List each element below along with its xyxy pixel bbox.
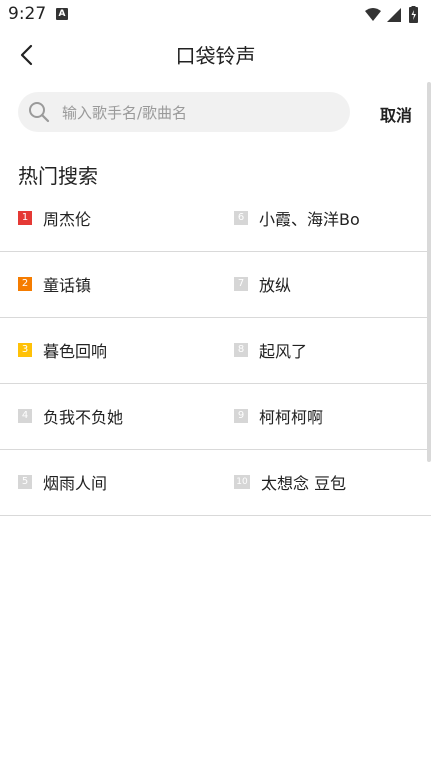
rank-badge: 1 bbox=[18, 211, 32, 225]
rank-badge: 9 bbox=[234, 409, 248, 423]
hot-search-item[interactable]: 9 柯柯柯啊 bbox=[234, 384, 424, 448]
hot-search-label: 童话镇 bbox=[43, 276, 92, 295]
hot-search-row: 4 负我不负她 9 柯柯柯啊 bbox=[0, 384, 431, 450]
hot-search-row: 3 暮色回响 8 起风了 bbox=[0, 318, 431, 384]
rank-badge: 6 bbox=[234, 211, 248, 225]
signal-icon bbox=[387, 8, 401, 22]
wifi-icon bbox=[365, 8, 381, 21]
hot-search-label: 小霞、海洋Bo bbox=[259, 210, 360, 229]
hot-search-item[interactable]: 4 负我不负她 bbox=[18, 384, 218, 448]
hot-search-label: 太想念 豆包 bbox=[261, 474, 347, 493]
hot-search-item[interactable]: 8 起风了 bbox=[234, 318, 424, 382]
header: 口袋铃声 bbox=[0, 30, 431, 80]
hot-search-label: 柯柯柯啊 bbox=[259, 408, 324, 427]
search-bar[interactable] bbox=[18, 92, 350, 134]
hot-search-item[interactable]: 10 太想念 豆包 bbox=[234, 450, 424, 514]
notification-icon: A bbox=[56, 8, 68, 20]
hot-search-item[interactable]: 6 小霞、海洋Bo bbox=[234, 186, 424, 250]
hot-search-item[interactable]: 2 童话镇 bbox=[18, 252, 218, 316]
hot-search-list: 1 周杰伦 6 小霞、海洋Bo 2 童话镇 7 放纵 3 暮色回响 8 起风了 4 负我不负她 9 柯柯柯啊 5… bbox=[0, 186, 431, 516]
rank-badge: 8 bbox=[234, 343, 248, 357]
hot-search-item[interactable]: 1 周杰伦 bbox=[18, 186, 218, 250]
hot-search-row: 2 童话镇 7 放纵 bbox=[0, 252, 431, 318]
cancel-button[interactable]: 取消 bbox=[380, 102, 412, 126]
rank-badge: 4 bbox=[18, 409, 32, 423]
rank-badge: 5 bbox=[18, 475, 32, 489]
hot-search-row: 1 周杰伦 6 小霞、海洋Bo bbox=[0, 186, 431, 252]
hot-search-row: 5 烟雨人间 10 太想念 豆包 bbox=[0, 450, 431, 516]
scrollbar[interactable] bbox=[427, 82, 431, 462]
hot-search-item[interactable]: 5 烟雨人间 bbox=[18, 450, 218, 514]
rank-badge: 3 bbox=[18, 343, 32, 357]
hot-search-label: 暮色回响 bbox=[43, 342, 108, 361]
rank-badge: 7 bbox=[234, 277, 248, 291]
hot-search-item[interactable]: 7 放纵 bbox=[234, 252, 424, 316]
status-icons bbox=[365, 6, 418, 23]
status-bar: 9:27 A bbox=[0, 0, 431, 30]
rank-badge: 2 bbox=[18, 277, 32, 291]
hot-search-label: 周杰伦 bbox=[43, 210, 92, 229]
status-time: 9:27 bbox=[8, 4, 47, 24]
search-input[interactable] bbox=[60, 92, 344, 134]
page-title: 口袋铃声 bbox=[175, 44, 256, 68]
search-icon bbox=[29, 102, 50, 123]
hot-search-title: 热门搜索 bbox=[18, 164, 98, 188]
rank-badge: 10 bbox=[234, 475, 250, 489]
hot-search-label: 负我不负她 bbox=[43, 408, 124, 427]
hot-search-item[interactable]: 3 暮色回响 bbox=[18, 318, 218, 382]
hot-search-label: 起风了 bbox=[259, 342, 308, 361]
hot-search-label: 烟雨人间 bbox=[43, 474, 108, 493]
hot-search-label: 放纵 bbox=[259, 276, 292, 295]
